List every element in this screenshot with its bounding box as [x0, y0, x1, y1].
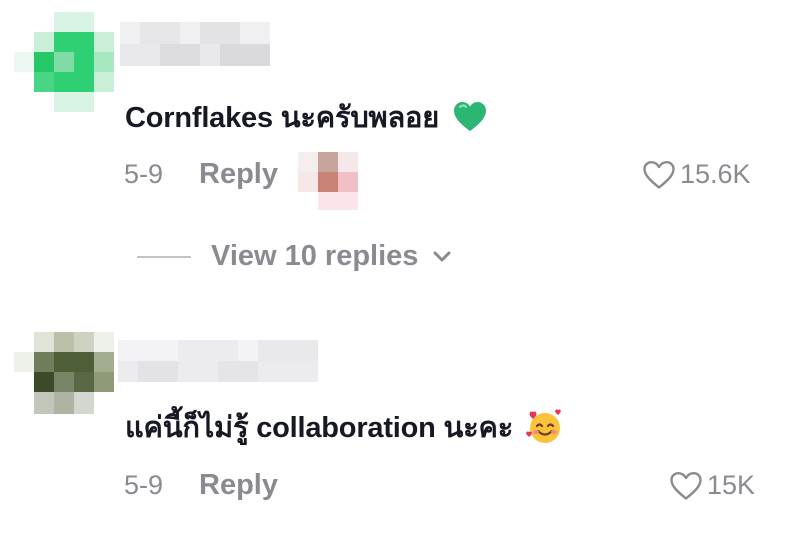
- username[interactable]: [120, 22, 270, 66]
- avatar[interactable]: [14, 332, 114, 414]
- username[interactable]: [118, 340, 318, 382]
- like-count: 15.6K: [680, 159, 751, 189]
- sticker-thumbnail[interactable]: [298, 152, 360, 210]
- chevron-down-icon: [432, 250, 452, 264]
- like-button[interactable]: 15.6K: [642, 159, 751, 190]
- like-count: 15K: [707, 470, 756, 500]
- view-replies-button[interactable]: View 10 replies: [137, 240, 452, 273]
- comment-date: 5-9: [124, 159, 164, 189]
- comment-text: แค่นี้ก็ไม่รู้ collaboration นะคะ: [125, 412, 514, 444]
- reply-button[interactable]: Reply: [199, 469, 278, 502]
- avatar[interactable]: [14, 12, 114, 112]
- comment-text: Cornflakes นะครับพลอย: [125, 102, 440, 134]
- divider-line: [137, 255, 191, 258]
- heart-outline-icon: [669, 471, 703, 501]
- view-replies-label: View 10 replies: [211, 240, 419, 272]
- green-heart-icon: [453, 101, 487, 133]
- heart-outline-icon: [642, 160, 676, 190]
- reply-button[interactable]: Reply: [199, 158, 278, 191]
- smiling-face-with-hearts-icon: [525, 407, 565, 447]
- like-button[interactable]: 15K: [669, 470, 755, 501]
- comment-date: 5-9: [124, 470, 164, 500]
